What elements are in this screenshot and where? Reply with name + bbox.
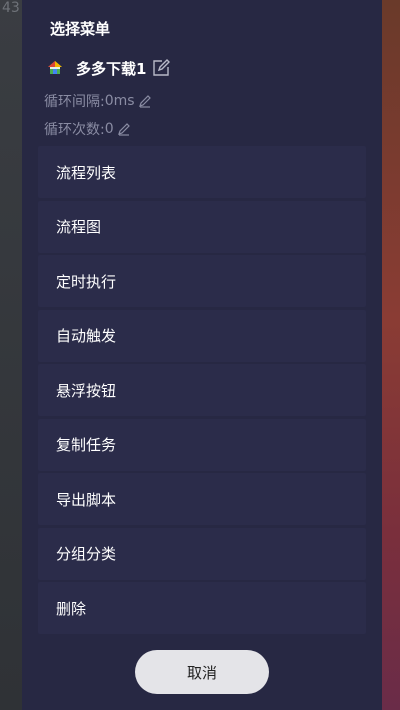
menu-item-auto-trigger[interactable]: 自动触发: [38, 309, 366, 362]
background-edge-text: 43: [2, 0, 20, 16]
loop-interval-row[interactable]: 循环间隔: 0ms: [44, 91, 152, 111]
menu-list: 流程列表 流程图 定时执行 自动触发 悬浮按钮 复制任务 导出脚本 分组分类 删…: [38, 146, 366, 637]
loop-count-label: 循环次数:: [44, 122, 105, 138]
select-menu-dialog: 选择菜单 多多下载1 循环间隔: 0ms 循环次数: 0 流程列表 流程图 定时…: [22, 0, 382, 710]
task-header: 多多下载1: [46, 56, 171, 80]
dialog-title: 选择菜单: [50, 20, 111, 38]
menu-item-delete[interactable]: 删除: [38, 582, 366, 634]
loop-count-row[interactable]: 循环次数: 0: [44, 119, 131, 139]
cancel-button[interactable]: 取消: [135, 650, 269, 694]
loop-count-value: 0: [104, 121, 114, 137]
menu-item-scheduled-run[interactable]: 定时执行: [38, 255, 366, 307]
background-app-right-edge: [382, 0, 400, 710]
loop-interval-value: 0ms: [104, 93, 135, 109]
task-name: 多多下载1: [76, 59, 147, 78]
menu-item-flow-list[interactable]: 流程列表: [38, 146, 366, 198]
pencil-icon[interactable]: [138, 94, 152, 108]
edit-task-name-icon[interactable]: [152, 59, 171, 77]
menu-item-export-script[interactable]: 导出脚本: [38, 473, 366, 525]
background-app-left-edge: 43: [0, 0, 22, 710]
menu-item-group-category[interactable]: 分组分类: [38, 527, 366, 580]
menu-item-flow-chart[interactable]: 流程图: [38, 200, 366, 253]
house-icon: [46, 59, 64, 77]
pencil-icon[interactable]: [117, 122, 131, 136]
loop-interval-label: 循环间隔:: [44, 94, 105, 110]
menu-item-copy-task[interactable]: 复制任务: [38, 418, 366, 471]
menu-item-floating-button[interactable]: 悬浮按钮: [38, 364, 366, 416]
